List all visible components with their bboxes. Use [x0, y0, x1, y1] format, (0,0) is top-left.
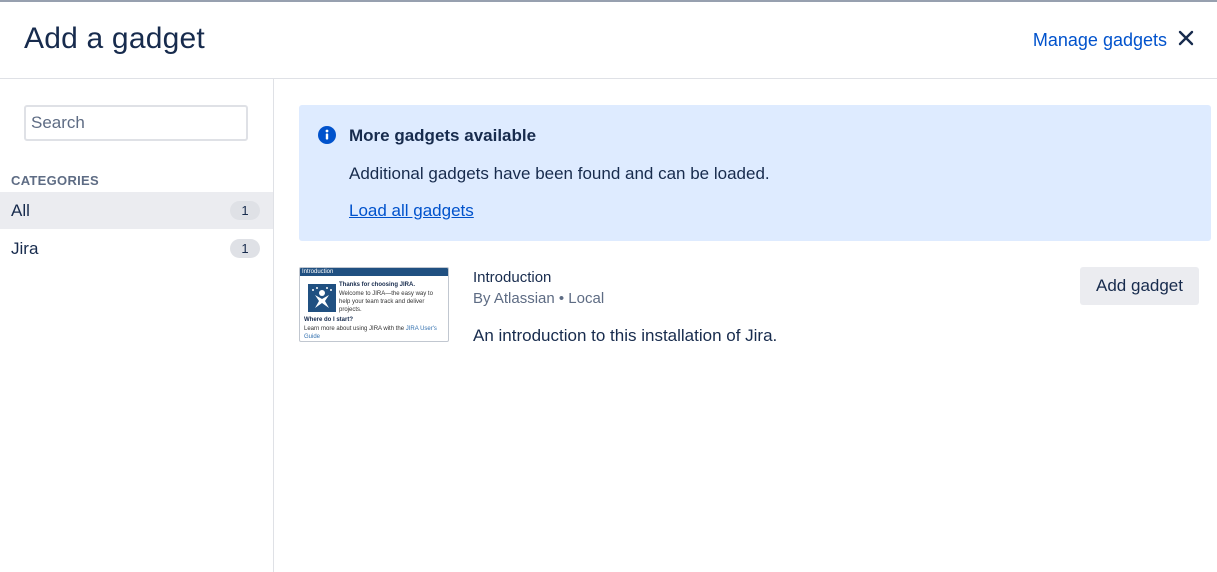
category-label: Jira	[11, 239, 39, 258]
search-input[interactable]	[24, 105, 248, 141]
thumbnail-heading: Thanks for choosing JIRA.	[339, 282, 416, 288]
category-sidebar: CATEGORIES All 1 Jira 1	[0, 79, 274, 572]
category-item-jira[interactable]: Jira 1	[0, 230, 273, 267]
close-icon[interactable]	[1177, 29, 1195, 47]
thumbnail-subheading: Where do I start?	[304, 317, 354, 323]
manage-gadgets-link[interactable]: Manage gadgets	[1033, 30, 1167, 51]
thumbnail-text: Welcome to JIRA—the easy way to help you…	[339, 291, 433, 313]
gadget-meta: By Atlassian • Local	[473, 290, 605, 307]
jira-logo-icon	[308, 284, 336, 312]
thumbnail-subtext-label: Learn more about using JIRA with the	[304, 326, 405, 332]
thumbnail-subtext: Learn more about using JIRA with the JIR…	[304, 325, 444, 341]
load-all-gadgets-link[interactable]: Load all gadgets	[349, 201, 474, 221]
thumbnail-title-bar: Introduction	[300, 268, 448, 276]
banner-text: Additional gadgets have been found and c…	[349, 164, 770, 183]
category-count-badge: 1	[230, 201, 260, 220]
gadget-thumbnail: Introduction Thanks for choosing JIRA. W…	[299, 267, 449, 342]
dialog-title: Add a gadget	[24, 22, 205, 55]
gadget-description: An introduction to this installation of …	[473, 326, 778, 345]
add-gadget-button[interactable]: Add gadget	[1080, 267, 1199, 305]
banner-title: More gadgets available	[349, 126, 537, 145]
more-gadgets-banner: More gadgets available Additional gadget…	[299, 105, 1211, 241]
dialog-header: Add a gadget Manage gadgets	[0, 2, 1217, 79]
category-count-badge: 1	[230, 239, 260, 258]
category-label: All	[11, 201, 30, 220]
categories-heading: CATEGORIES	[11, 173, 99, 188]
gadget-name: Introduction	[473, 269, 552, 286]
info-icon	[318, 126, 336, 144]
category-item-all[interactable]: All 1	[0, 192, 273, 229]
